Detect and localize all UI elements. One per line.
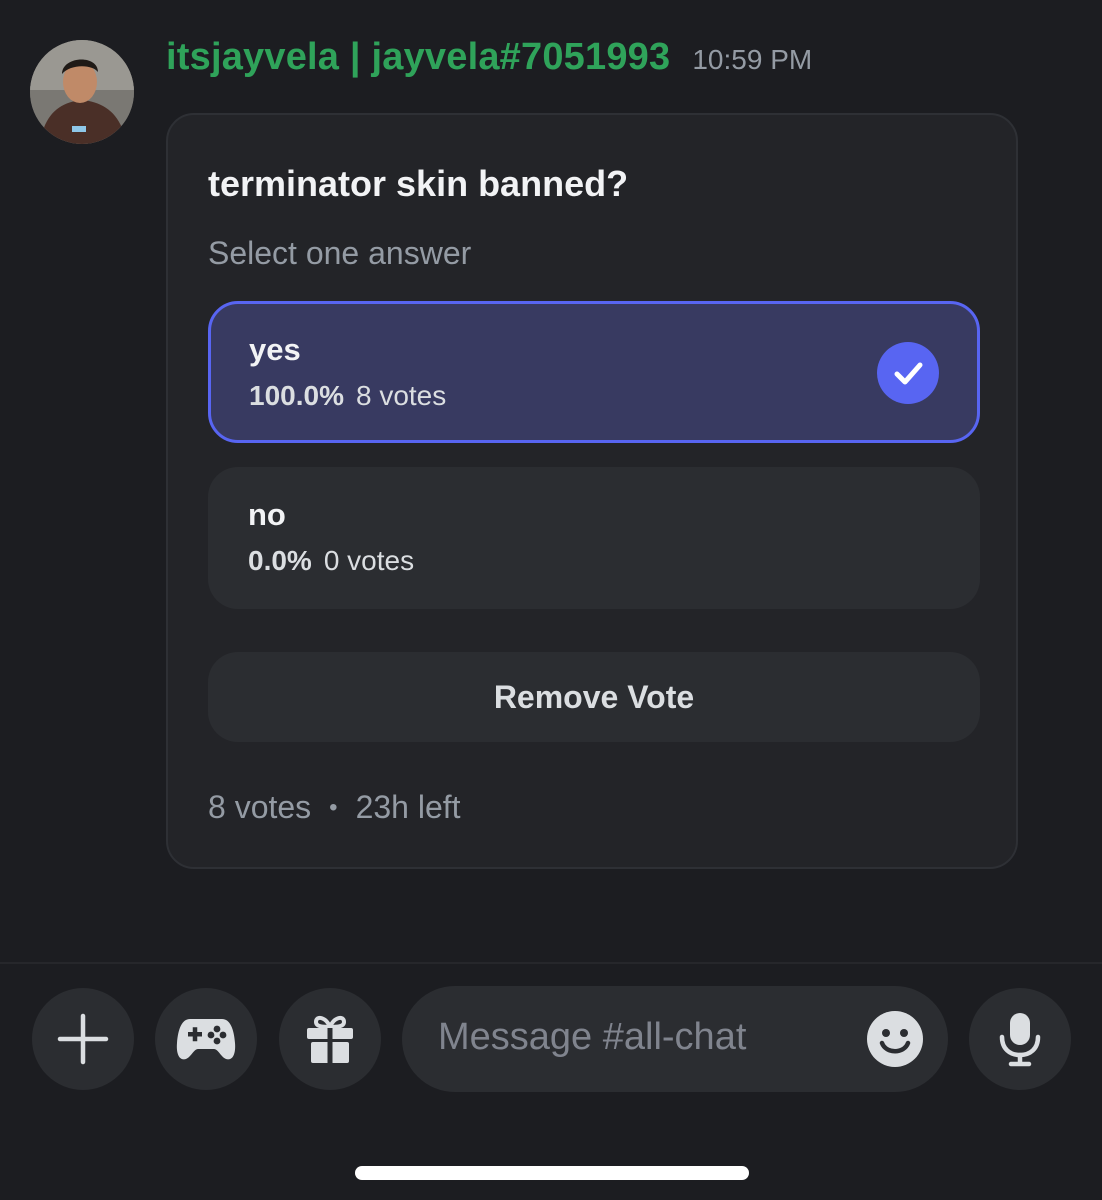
timestamp: 10:59 PM	[692, 44, 813, 75]
divider	[0, 962, 1102, 964]
poll-subtitle: Select one answer	[208, 235, 472, 271]
answer-stats: 0.0% 0 votes	[248, 545, 414, 577]
message-input[interactable]: Message #all-chat	[402, 986, 948, 1092]
username[interactable]: itsjayvela | jayvela#7051993	[166, 36, 670, 79]
answer-percent: 0.0%	[248, 545, 312, 576]
poll-card: terminator skin banned? Select one answe…	[166, 113, 1018, 869]
gamepad-icon	[176, 1019, 236, 1060]
home-indicator	[355, 1166, 749, 1180]
remove-vote-button[interactable]: Remove Vote	[208, 652, 980, 742]
activities-button[interactable]	[155, 988, 257, 1090]
poll-answer-yes[interactable]: yes 100.0% 8 votes	[208, 301, 980, 443]
voice-message-button[interactable]	[969, 988, 1071, 1090]
avatar[interactable]	[30, 40, 134, 144]
poll-question: terminator skin banned?	[208, 163, 629, 204]
message-placeholder: Message #all-chat	[438, 1016, 747, 1058]
answer-percent: 100.0%	[249, 380, 344, 411]
gift-icon	[307, 1015, 353, 1063]
message-header: itsjayvela | jayvela#7051993 10:59 PM	[166, 36, 812, 86]
separator: •	[329, 793, 338, 821]
answer-votes: 8 votes	[355, 380, 447, 411]
poll-footer: 8 votes • 23h left	[208, 789, 461, 826]
poll-answer-no[interactable]: no 0.0% 0 votes	[208, 467, 980, 609]
answer-stats: 100.0% 8 votes	[249, 380, 446, 412]
add-attachment-button[interactable]	[32, 988, 134, 1090]
checkmark-icon	[877, 342, 939, 404]
microphone-icon	[999, 1013, 1041, 1067]
emoji-button[interactable]	[866, 1010, 924, 1068]
answer-votes: 0 votes	[323, 545, 415, 576]
plus-icon	[57, 1013, 109, 1065]
gift-button[interactable]	[279, 988, 381, 1090]
user-avatar-icon	[30, 40, 134, 144]
emoji-icon	[867, 1011, 923, 1067]
answer-label: no	[248, 497, 286, 532]
answer-label: yes	[249, 332, 301, 367]
time-left: 23h left	[355, 789, 461, 825]
total-votes: 8 votes	[208, 789, 312, 825]
